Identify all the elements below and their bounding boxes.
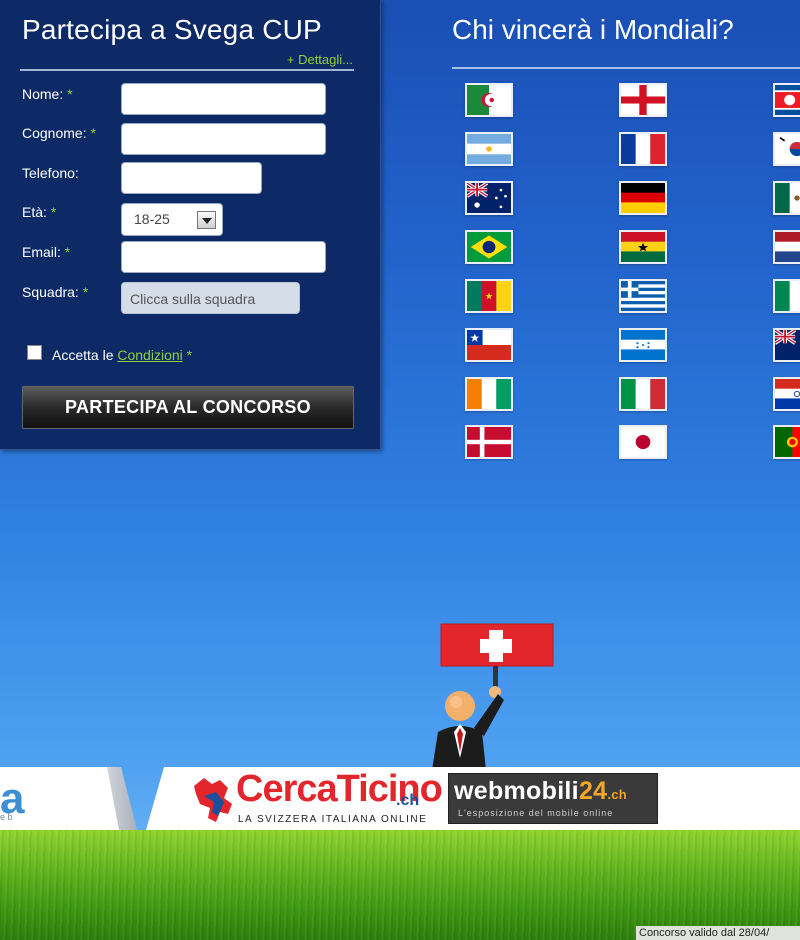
email-label: Email: * — [22, 244, 71, 260]
germany-flag[interactable] — [619, 181, 667, 215]
argentina-flag[interactable] — [465, 132, 513, 166]
signup-form-panel: Partecipa a Svega CUP + Dettagli... Nome… — [0, 0, 381, 450]
england-flag[interactable] — [619, 83, 667, 117]
ivory-coast-flag[interactable] — [465, 377, 513, 411]
age-select[interactable]: 18-25 — [121, 203, 223, 236]
honduras-flag[interactable] — [619, 328, 667, 362]
email-input[interactable] — [121, 241, 326, 273]
denmark-flag[interactable] — [465, 425, 513, 459]
chevron-down-icon[interactable] — [197, 211, 216, 229]
contest-validity-note: Concorso valido dal 28/04/ — [636, 926, 800, 940]
name-label: Nome: * — [22, 86, 73, 102]
cameroon-flag[interactable] — [465, 279, 513, 313]
team-picker-button[interactable]: Clicca sulla squadra — [121, 282, 300, 314]
surname-input[interactable] — [121, 123, 326, 155]
name-input[interactable] — [121, 83, 326, 115]
details-link[interactable]: + Dettagli... — [287, 52, 353, 67]
ghana-flag[interactable] — [619, 230, 667, 264]
webmobili-tagline: L'esposizione del mobile online — [458, 808, 614, 818]
phone-label: Telefono: — [22, 165, 79, 181]
chile-flag[interactable] — [465, 328, 513, 362]
phone-input[interactable] — [121, 162, 262, 194]
grass-field — [0, 830, 800, 940]
nigeria-flag[interactable] — [773, 279, 800, 313]
new-zealand-flag[interactable] — [773, 328, 800, 362]
australia-flag[interactable] — [465, 181, 513, 215]
form-title: Partecipa a Svega CUP — [22, 14, 322, 45]
north-korea-flag[interactable] — [773, 83, 800, 117]
accept-terms-label: Accetta le Condizioni * — [52, 347, 193, 363]
portugal-flag[interactable] — [773, 425, 800, 459]
form-divider — [20, 69, 354, 71]
cercaticino-suffix: .ch — [396, 792, 420, 809]
world-cup-divider — [452, 67, 800, 69]
age-select-value: 18-25 — [134, 211, 170, 227]
surname-label: Cognome: * — [22, 125, 96, 141]
accept-terms-checkbox[interactable] — [27, 345, 42, 360]
partial-sponsor-tagline: e b — [0, 812, 13, 822]
south-korea-flag[interactable] — [773, 132, 800, 166]
greece-flag[interactable] — [619, 279, 667, 313]
algeria-flag[interactable] — [465, 83, 513, 117]
webmobili-wordmark: webmobili24.ch — [454, 777, 628, 805]
mascot-with-swiss-flag — [432, 623, 554, 770]
age-label: Età: * — [22, 204, 57, 220]
submit-button[interactable]: PARTECIPA AL CONCORSO — [22, 386, 354, 429]
terms-link[interactable]: Condizioni — [117, 347, 182, 363]
team-label: Squadra: * — [22, 284, 89, 300]
cercaticino-tagline: LA SVIZZERA ITALIANA ONLINE — [238, 814, 428, 825]
brazil-flag[interactable] — [465, 230, 513, 264]
france-flag[interactable] — [619, 132, 667, 166]
mexico-flag[interactable] — [773, 181, 800, 215]
japan-flag[interactable] — [619, 425, 667, 459]
italy-flag[interactable] — [619, 377, 667, 411]
netherlands-flag[interactable] — [773, 230, 800, 264]
paraguay-flag[interactable] — [773, 377, 800, 411]
world-cup-title: Chi vincerà i Mondiali? — [452, 14, 734, 45]
